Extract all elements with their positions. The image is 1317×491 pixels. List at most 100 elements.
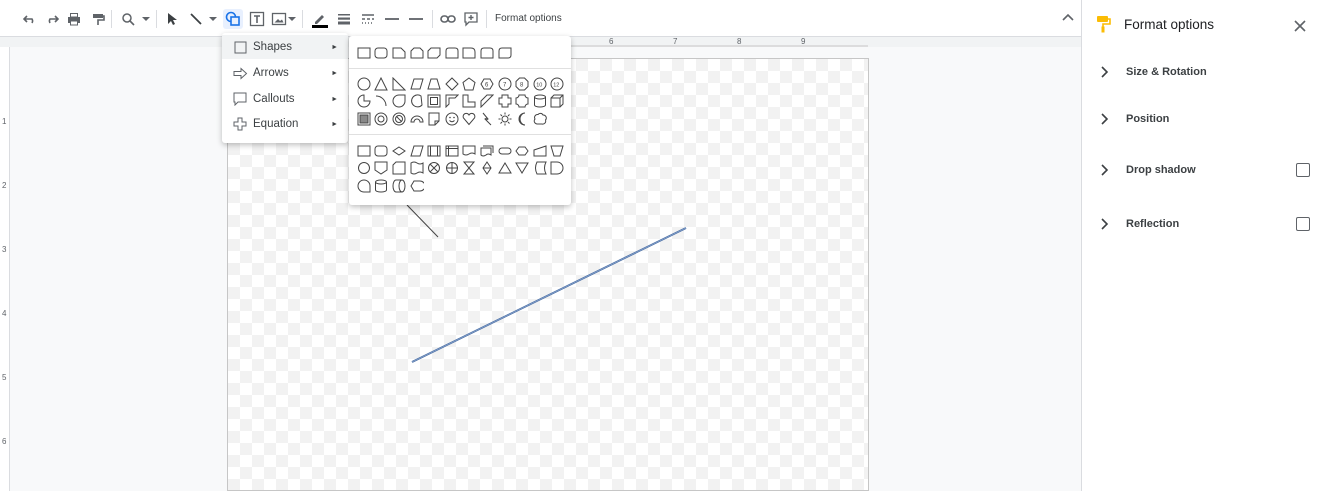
folded-corner-shape-icon[interactable]	[425, 111, 443, 127]
print-icon[interactable]	[64, 9, 84, 29]
lightning-bolt-shape-icon[interactable]	[478, 111, 496, 127]
flowchart-predefined-process-icon[interactable]	[425, 143, 443, 159]
flowchart-punched-tape-icon[interactable]	[408, 160, 426, 176]
shape-icon[interactable]	[223, 9, 243, 29]
round-same-side-shape-icon[interactable]	[478, 45, 496, 61]
diagonal-stripe-shape-icon[interactable]	[478, 93, 496, 109]
image-icon[interactable]	[269, 9, 289, 29]
line-color-icon[interactable]	[310, 9, 330, 29]
zoom-dropdown-icon[interactable]	[142, 9, 150, 29]
undo-icon[interactable]	[20, 9, 40, 29]
pie-shape-icon[interactable]	[355, 93, 373, 109]
menu-item-equation[interactable]: Equation ►	[222, 112, 348, 136]
reflection-checkbox[interactable]	[1296, 217, 1310, 231]
flowchart-internal-storage-icon[interactable]	[443, 143, 461, 159]
diamond-shape-icon[interactable]	[443, 76, 461, 92]
text-box-icon[interactable]	[247, 9, 267, 29]
close-icon[interactable]	[1292, 18, 1308, 34]
short-line[interactable]	[406, 204, 439, 238]
flowchart-document-icon[interactable]	[461, 143, 479, 159]
redo-icon[interactable]	[42, 9, 62, 29]
paint-format-icon[interactable]	[88, 9, 108, 29]
octagon-shape-icon[interactable]: 8	[513, 76, 531, 92]
cross-shape-icon[interactable]	[496, 93, 514, 109]
snip-same-side-rectangle-shape-icon[interactable]	[408, 45, 426, 61]
flowchart-decision-icon[interactable]	[390, 143, 408, 159]
flowchart-magnetic-disk-icon[interactable]	[373, 178, 391, 194]
flowchart-delay-icon[interactable]	[549, 160, 567, 176]
flowchart-data-icon[interactable]	[408, 143, 426, 159]
section-size-rotation[interactable]: Size & Rotation	[1096, 61, 1314, 83]
flowchart-multidocument-icon[interactable]	[478, 143, 496, 159]
parallelogram-shape-icon[interactable]	[408, 76, 426, 92]
oval-shape-icon[interactable]	[355, 76, 373, 92]
flowchart-collate-icon[interactable]	[461, 160, 479, 176]
l-shape-icon[interactable]	[461, 93, 479, 109]
no-symbol-shape-icon[interactable]	[390, 111, 408, 127]
line-dropdown-icon[interactable]	[209, 9, 217, 29]
flowchart-extract-icon[interactable]	[496, 160, 514, 176]
round-single-corner-shape-icon[interactable]	[461, 45, 479, 61]
round-diagonal-shape-icon[interactable]	[496, 45, 514, 61]
section-position[interactable]: Position	[1096, 108, 1314, 130]
rectangle-shape-icon[interactable]	[355, 45, 373, 61]
flowchart-preparation-icon[interactable]	[513, 143, 531, 159]
line-weight-icon[interactable]	[334, 9, 354, 29]
trapezoid-shape-icon[interactable]	[425, 76, 443, 92]
flowchart-process-icon[interactable]	[355, 143, 373, 159]
snip-round-rectangle-shape-icon[interactable]	[443, 45, 461, 61]
cube-shape-icon[interactable]	[549, 93, 567, 109]
triangle-shape-icon[interactable]	[373, 76, 391, 92]
right-triangle-shape-icon[interactable]	[390, 76, 408, 92]
dodecagon-shape-icon[interactable]: 12	[549, 76, 567, 92]
frame-shape-icon[interactable]	[425, 93, 443, 109]
drop-shadow-checkbox[interactable]	[1296, 163, 1310, 177]
flowchart-sort-icon[interactable]	[478, 160, 496, 176]
flowchart-display-icon[interactable]	[408, 178, 426, 194]
plaque-shape-icon[interactable]	[513, 93, 531, 109]
pentagon-shape-icon[interactable]	[461, 76, 479, 92]
flowchart-summing-junction-icon[interactable]	[425, 160, 443, 176]
flowchart-stored-data-icon[interactable]	[531, 160, 549, 176]
flowchart-sequential-access-icon[interactable]	[355, 178, 373, 194]
donut-shape-icon[interactable]	[373, 111, 391, 127]
flowchart-offpage-connector-icon[interactable]	[373, 160, 391, 176]
select-icon[interactable]	[162, 9, 182, 29]
flowchart-connector-icon[interactable]	[355, 160, 373, 176]
smiley-face-shape-icon[interactable]	[443, 111, 461, 127]
link-icon[interactable]	[438, 9, 458, 29]
hexagon-shape-icon[interactable]: 6	[478, 76, 496, 92]
zoom-icon[interactable]	[118, 9, 138, 29]
decagon-shape-icon[interactable]: 10	[531, 76, 549, 92]
snip-corner-rectangle-shape-icon[interactable]	[390, 45, 408, 61]
menu-item-arrows[interactable]: Arrows ►	[222, 61, 348, 85]
chord-shape-icon[interactable]	[408, 93, 426, 109]
flowchart-manual-input-icon[interactable]	[531, 143, 549, 159]
menu-item-callouts[interactable]: Callouts ►	[222, 87, 348, 111]
can-shape-icon[interactable]	[531, 93, 549, 109]
collapse-toolbar-icon[interactable]	[1060, 10, 1076, 26]
line-dash-icon[interactable]	[358, 9, 378, 29]
cloud-shape-icon[interactable]	[531, 111, 549, 127]
line-start-icon[interactable]	[382, 9, 402, 29]
comment-icon[interactable]	[461, 9, 481, 29]
flowchart-terminator-icon[interactable]	[496, 143, 514, 159]
bevel-shape-icon[interactable]	[355, 111, 373, 127]
arc-shape-icon[interactable]	[373, 93, 391, 109]
sun-shape-icon[interactable]	[496, 111, 514, 127]
section-drop-shadow[interactable]: Drop shadow	[1096, 159, 1314, 181]
flowchart-alternate-process-icon[interactable]	[373, 143, 391, 159]
snip-diagonal-rectangle-shape-icon[interactable]	[425, 45, 443, 61]
flowchart-card-icon[interactable]	[390, 160, 408, 176]
line-end-icon[interactable]	[406, 9, 426, 29]
teardrop-shape-icon[interactable]	[390, 93, 408, 109]
heptagon-shape-icon[interactable]: 7	[496, 76, 514, 92]
flowchart-or-icon[interactable]	[443, 160, 461, 176]
rounded-rectangle-shape-icon[interactable]	[373, 45, 391, 61]
flowchart-direct-access-icon[interactable]	[390, 178, 408, 194]
block-arc-shape-icon[interactable]	[408, 111, 426, 127]
image-dropdown-icon[interactable]	[288, 9, 296, 29]
flowchart-merge-icon[interactable]	[513, 160, 531, 176]
section-reflection[interactable]: Reflection	[1096, 213, 1314, 235]
line-icon[interactable]	[186, 9, 206, 29]
